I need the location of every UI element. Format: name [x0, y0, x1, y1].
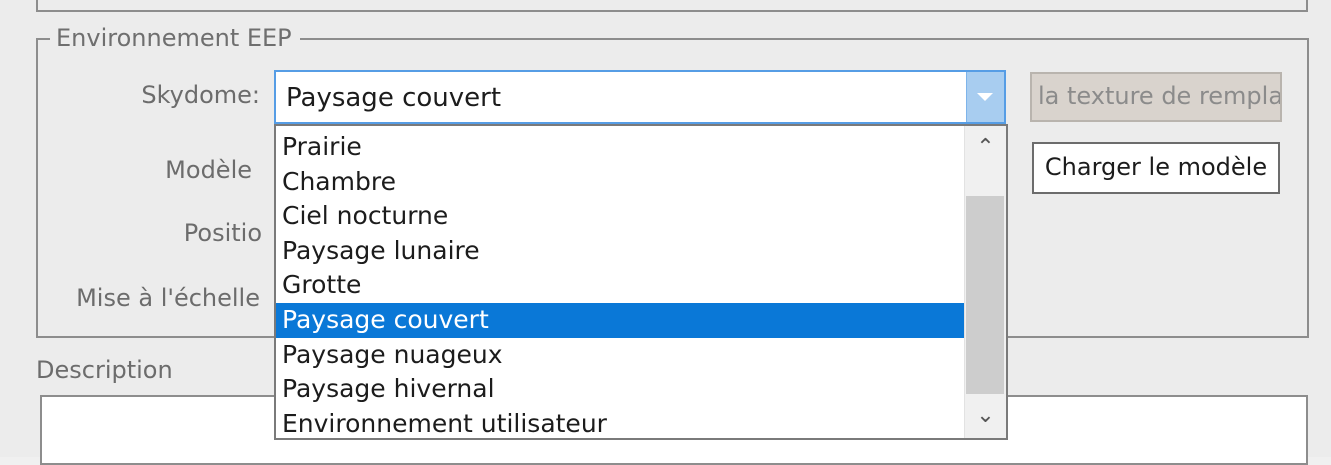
dropdown-option[interactable]: Ciel nocturne — [276, 199, 966, 234]
dropdown-option[interactable]: Environnement utilisateur — [276, 407, 966, 442]
chevron-down-icon — [977, 93, 993, 101]
eep-settings-window: Environnement EEP Skydome: Modèle Positi… — [0, 0, 1331, 465]
dropdown-options: Prairie Chambre Ciel nocturne Paysage lunai… — [276, 130, 966, 441]
description-label: Description — [36, 356, 173, 384]
environment-group-title: Environnement EEP — [50, 24, 300, 52]
skydome-dropdown-button[interactable] — [966, 72, 1004, 122]
scroll-up-icon[interactable]: ⌃ — [965, 126, 1006, 166]
dropdown-option[interactable]: Paysage hivernal — [276, 372, 966, 407]
dropdown-option[interactable]: Paysage couvert — [276, 302, 966, 338]
skydome-dropdown-list[interactable]: Prairie Chambre Ciel nocturne Paysage lunai… — [274, 124, 1008, 440]
position-label: Positio — [183, 219, 262, 247]
dropdown-option[interactable]: Paysage lunaire — [276, 234, 966, 269]
skydome-label: Skydome: — [141, 81, 260, 109]
dropdown-option[interactable]: Grotte — [276, 268, 966, 303]
dropdown-option[interactable]: Prairie — [276, 130, 966, 165]
scrollbar-thumb[interactable] — [966, 196, 1004, 394]
dropdown-scrollbar[interactable]: ⌃ ⌄ — [964, 126, 1006, 438]
skydome-combobox[interactable]: Paysage couvert — [274, 70, 1006, 124]
model-label: Modèle — [165, 156, 252, 184]
scroll-down-icon[interactable]: ⌄ — [965, 398, 1006, 438]
scale-label: Mise à l'échelle — [76, 284, 260, 312]
replace-texture-button[interactable]: la texture de rempla — [1030, 72, 1282, 122]
dropdown-option[interactable]: Chambre — [276, 165, 966, 200]
skydome-selected-value: Paysage couvert — [286, 83, 502, 113]
load-model-button[interactable]: Charger le modèle — [1032, 142, 1280, 194]
dropdown-option[interactable]: Paysage nuageux — [276, 338, 966, 373]
top-panel-frame — [36, 0, 1308, 12]
